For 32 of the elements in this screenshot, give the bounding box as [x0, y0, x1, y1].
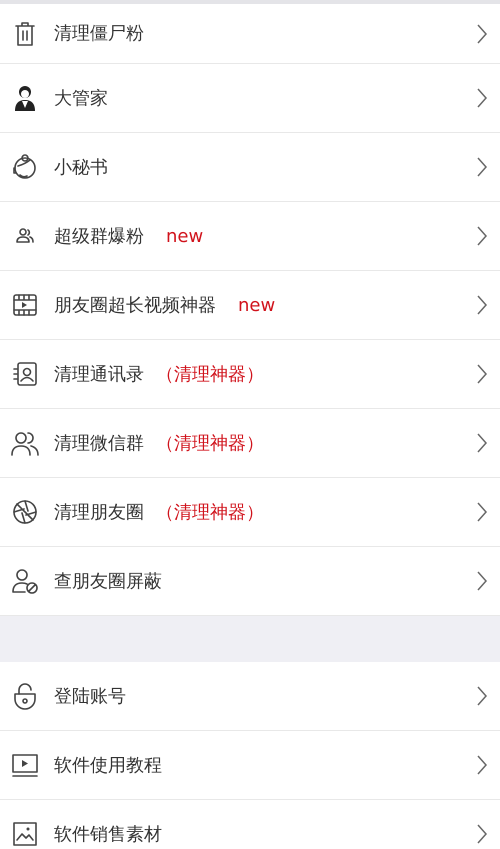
chevron-right-icon	[476, 294, 488, 316]
item-label: 查朋友圈屏蔽	[54, 570, 162, 594]
chevron-right-icon	[476, 156, 488, 178]
item-label: 清理僵尸粉	[54, 22, 144, 46]
chevron-right-icon	[476, 501, 488, 523]
highlight-tag: new	[166, 222, 204, 250]
highlight-tag: new	[238, 292, 276, 318]
item-label: 清理微信群	[54, 432, 144, 456]
chevron-right-icon	[476, 823, 488, 845]
item-label: 清理通讯录	[54, 362, 144, 386]
item-label: 大管家	[54, 86, 108, 110]
chevron-right-icon	[476, 754, 488, 776]
chevron-right-icon	[476, 225, 488, 247]
highlight-tag: （清理神器）	[156, 430, 264, 456]
highlight-tag: （清理神器）	[156, 360, 264, 388]
item-label: 朋友圈超长视频神器	[54, 294, 216, 318]
user-block-icon	[10, 566, 40, 596]
image-icon	[10, 819, 40, 849]
chevron-right-icon	[476, 432, 488, 454]
aperture-icon	[10, 497, 40, 527]
item-label: 软件使用教程	[54, 754, 162, 778]
chevron-right-icon	[476, 22, 488, 44]
item-label: 软件销售素材	[54, 822, 162, 846]
item-label: 登陆账号	[54, 684, 126, 708]
item-label: 清理朋友圈	[54, 500, 144, 524]
chevron-right-icon	[476, 87, 488, 109]
highlight-tag: （清理神器）	[156, 498, 264, 526]
chevron-right-icon	[476, 570, 488, 592]
item-label: 小秘书	[54, 156, 108, 180]
chevron-right-icon	[476, 363, 488, 385]
item-label: 超级群爆粉	[54, 224, 144, 248]
chevron-right-icon	[476, 685, 488, 707]
